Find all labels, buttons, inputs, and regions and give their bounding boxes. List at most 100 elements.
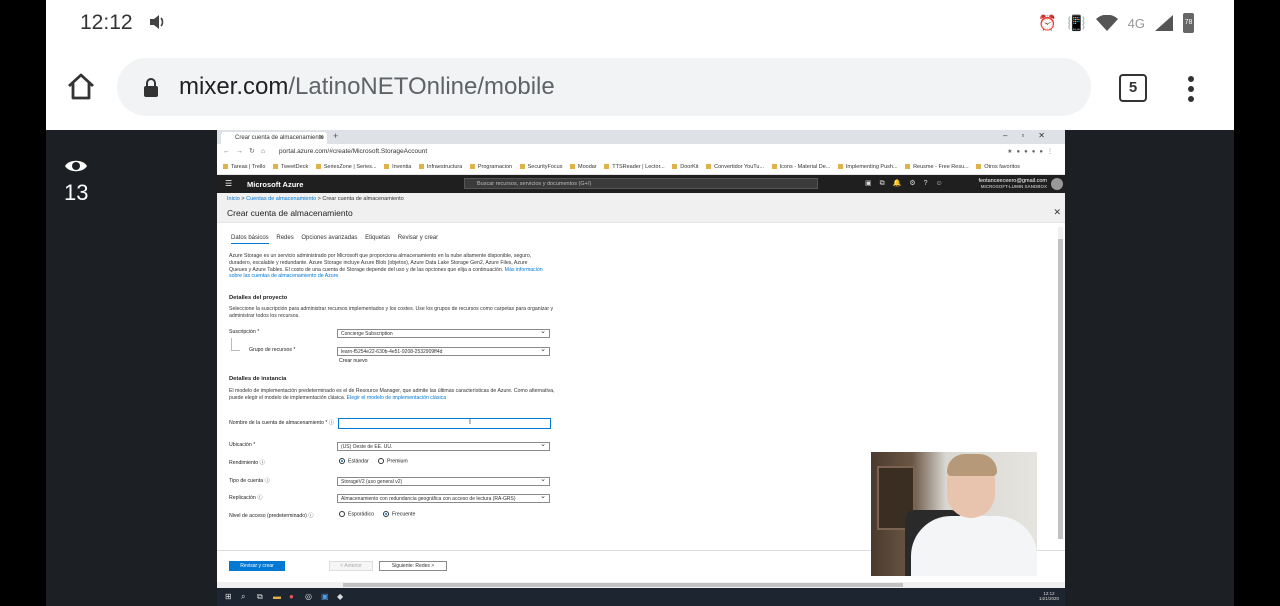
new-tab-icon[interactable]: + bbox=[333, 131, 338, 141]
location-select[interactable]: (US) Oeste de EE. UU. bbox=[337, 441, 550, 451]
bookmark[interactable]: Implementing Push... bbox=[838, 160, 898, 174]
app-icon[interactable]: ◆ bbox=[337, 592, 343, 601]
phone-screen: 12:12 ⏰ 📳 4G 78 mixer.com/LatinoNETOnlin… bbox=[46, 0, 1234, 606]
page-title: Crear cuenta de almacenamiento bbox=[227, 208, 353, 218]
breadcrumb-current: Crear cuenta de almacenamiento bbox=[322, 196, 404, 202]
wifi-icon bbox=[1095, 15, 1118, 31]
performance-premium-radio[interactable]: Premium bbox=[378, 458, 408, 464]
network-type: 4G bbox=[1127, 15, 1145, 31]
windows-start-icon[interactable]: ⊞ bbox=[225, 592, 232, 601]
bookmark[interactable]: Reusme - Free Resu... bbox=[905, 160, 969, 174]
tab-tags[interactable]: Etiquetas bbox=[365, 235, 390, 241]
instance-heading: Detalles de instancia bbox=[229, 376, 287, 382]
file-explorer-icon[interactable]: ▬ bbox=[273, 592, 281, 601]
windows-taskbar: ⊞ ⌕ ⧉ ▬ ● ◎ ▣ ◆ 12:12 14/1/2020 bbox=[217, 588, 1065, 606]
close-tab-icon[interactable]: ✕ bbox=[319, 132, 324, 144]
vscode-icon[interactable]: ▣ bbox=[321, 592, 329, 601]
access-hot-radio[interactable]: Frecuente bbox=[383, 511, 415, 517]
task-view-icon[interactable]: ⧉ bbox=[257, 592, 263, 602]
address-bar[interactable]: mixer.com/LatinoNETOnline/mobile bbox=[117, 58, 1091, 116]
stream-video[interactable]: Crear cuenta de almacenamiento ✕ + –▫✕ ←→… bbox=[217, 130, 1065, 606]
extension-icons: ★●●●●⋮ bbox=[1007, 149, 1057, 155]
hamburger-icon[interactable]: ☰ bbox=[225, 179, 232, 188]
replication-label: Replicación ⓘ bbox=[229, 495, 263, 501]
battery-icon: 78 bbox=[1183, 13, 1194, 33]
avatar[interactable] bbox=[1051, 178, 1063, 190]
subscription-label: Suscripción * bbox=[229, 329, 260, 335]
tab-networking[interactable]: Redes bbox=[276, 235, 293, 241]
bookmark[interactable]: SeriesZone | Series... bbox=[316, 160, 377, 174]
bookmark[interactable]: Infraestructura bbox=[419, 160, 462, 174]
tab-switcher-button[interactable]: 5 bbox=[1119, 74, 1147, 102]
browser-toolbar: mixer.com/LatinoNETOnline/mobile 5 bbox=[46, 46, 1234, 130]
access-cool-radio[interactable]: Esporádico bbox=[339, 511, 374, 517]
tab-review[interactable]: Revisar y crear bbox=[398, 235, 438, 241]
bookmark[interactable]: TTSReader | Lector... bbox=[604, 160, 664, 174]
viewer-counter: 13 bbox=[64, 154, 88, 206]
status-time: 12:12 bbox=[80, 11, 133, 34]
url-text: mixer.com/LatinoNETOnline/mobile bbox=[179, 73, 555, 100]
bookmark[interactable]: SecurityFocus bbox=[520, 160, 563, 174]
project-heading: Detalles del proyecto bbox=[229, 295, 288, 301]
search-icon[interactable]: ⌕ bbox=[241, 592, 245, 602]
status-bar: 12:12 ⏰ 📳 4G 78 bbox=[46, 0, 1234, 46]
replication-select[interactable]: Almacenamiento con redundancia geográfic… bbox=[337, 493, 550, 503]
close-icon[interactable]: ✕ bbox=[1053, 207, 1061, 218]
bookmark[interactable]: TweetDeck bbox=[273, 160, 308, 174]
account-name-input[interactable]: I bbox=[338, 418, 551, 429]
bookmark[interactable]: Tareas | Trello bbox=[223, 160, 265, 174]
inner-tab-strip: Crear cuenta de almacenamiento ✕ + –▫✕ bbox=[217, 130, 1065, 144]
taskbar-clock: 12:12 14/1/2020 bbox=[1038, 591, 1059, 601]
bookmark[interactable]: Moodar bbox=[570, 160, 597, 174]
azure-header-icons[interactable]: ▣⧉🔔⚙?☺ bbox=[865, 179, 951, 188]
bookmark[interactable]: Otros favoritos bbox=[976, 160, 1020, 174]
account-type-select[interactable]: StorageV2 (uso general v2) bbox=[337, 476, 550, 486]
previous-button: < Anterior bbox=[329, 561, 373, 571]
azure-search-input[interactable]: Buscar recursos, servicios y documentos … bbox=[464, 178, 818, 189]
lock-icon bbox=[144, 78, 158, 97]
bookmark[interactable]: Inventia bbox=[384, 160, 411, 174]
bookmark[interactable]: DoorKit bbox=[672, 160, 698, 174]
subscription-select[interactable]: Concierge Subscription bbox=[337, 328, 550, 338]
description: Azure Storage es un servicio administrad… bbox=[229, 253, 543, 280]
breadcrumb-home[interactable]: Inicio bbox=[227, 196, 240, 202]
bookmark[interactable]: Convertidor YouTu... bbox=[706, 160, 764, 174]
volume-icon bbox=[150, 15, 164, 29]
eye-icon bbox=[65, 160, 87, 172]
classic-model-link[interactable]: Elegir el modelo de implementación clási… bbox=[347, 395, 446, 401]
inner-url[interactable]: portal.azure.com/#create/Microsoft.Stora… bbox=[279, 148, 427, 155]
tab-advanced[interactable]: Opciones avanzadas bbox=[301, 235, 357, 241]
location-label: Ubicación * bbox=[229, 442, 256, 448]
tree-connector bbox=[231, 338, 240, 351]
performance-standard-radio[interactable]: Estándar bbox=[339, 458, 369, 464]
home-icon[interactable] bbox=[66, 72, 96, 102]
inner-address-bar: ←→↻⌂ portal.azure.com/#create/Microsoft.… bbox=[217, 144, 1065, 161]
app-icon[interactable]: ◎ bbox=[305, 592, 312, 601]
overflow-menu-icon[interactable] bbox=[1188, 76, 1194, 106]
stream-stage: 13 Crear cuenta de almacenamiento ✕ + –▫✕… bbox=[46, 130, 1234, 606]
review-create-button[interactable]: Revisar y crear bbox=[229, 561, 285, 571]
next-button[interactable]: Siguiente: Redes > bbox=[379, 561, 447, 571]
nav-arrows-icon[interactable]: ←→↻⌂ bbox=[223, 147, 271, 155]
vertical-scrollbar[interactable] bbox=[1058, 227, 1063, 539]
vibrate-icon: 📳 bbox=[1066, 15, 1086, 32]
resource-group-label: Grupo de recursos * bbox=[249, 347, 296, 353]
bookmark[interactable]: Icons - Material De... bbox=[772, 160, 831, 174]
project-text: Seleccione la suscripción para administr… bbox=[229, 306, 554, 319]
resource-group-select[interactable]: learn-f5254e22-630b-4e51-9208-2532909ff4… bbox=[337, 346, 550, 356]
azure-user[interactable]: feotanceeceero@gmail.com MICROSOFT-LUMIN … bbox=[978, 178, 1047, 189]
alarm-icon: ⏰ bbox=[1038, 15, 1057, 32]
window-controls[interactable]: –▫✕ bbox=[1003, 131, 1059, 140]
bookmark[interactable]: Programacion bbox=[470, 160, 512, 174]
inner-tab[interactable]: Crear cuenta de almacenamiento ✕ bbox=[221, 132, 327, 144]
bookmarks-bar: Tareas | Trello TweetDeck SeriesZone | S… bbox=[217, 160, 1065, 175]
tab-basics[interactable]: Datos básicos bbox=[231, 235, 269, 244]
azure-brand[interactable]: Microsoft Azure bbox=[247, 180, 303, 189]
account-type-label: Tipo de cuenta ⓘ bbox=[229, 478, 270, 484]
azure-header: ☰ Microsoft Azure Buscar recursos, servi… bbox=[217, 175, 1065, 193]
breadcrumb-storage[interactable]: Cuentas de almacenamiento bbox=[246, 196, 316, 202]
instance-text: El modelo de implementación predetermina… bbox=[229, 388, 555, 401]
account-name-label: Nombre de la cuenta de almacenamiento * … bbox=[229, 420, 334, 426]
create-new-link[interactable]: Crear nuevo bbox=[339, 358, 368, 364]
chrome-icon[interactable]: ● bbox=[289, 592, 294, 601]
